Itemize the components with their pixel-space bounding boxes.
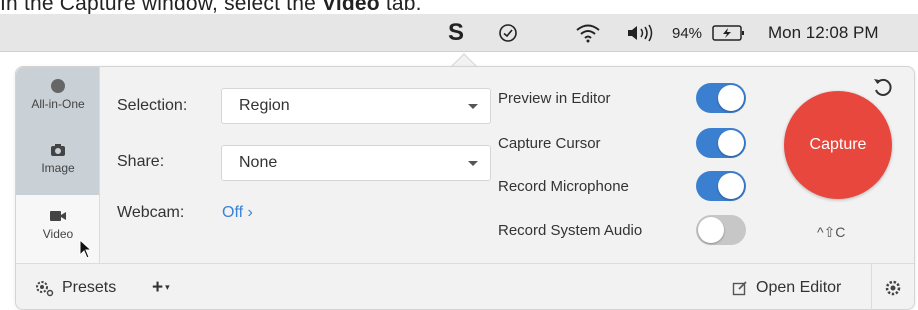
tab-all-in-one[interactable]: All-in-One [16, 67, 99, 129]
selection-dropdown[interactable]: Region [221, 88, 491, 124]
volume-icon[interactable] [626, 14, 660, 52]
webcam-label: Webcam: [117, 204, 185, 221]
edit-icon [732, 280, 747, 295]
wifi-icon[interactable] [575, 14, 601, 52]
tab-image[interactable]: Image [16, 129, 99, 195]
caret-down-icon: ▾ [165, 282, 170, 292]
battery-charging-icon[interactable] [712, 14, 746, 52]
plus-icon: + [152, 276, 164, 298]
webcam-toggle-link[interactable]: Off › [222, 204, 253, 222]
webcam-value: Off [222, 204, 244, 221]
capture-cursor-label: Capture Cursor [498, 135, 601, 152]
open-editor-button[interactable]: Open Editor [732, 264, 841, 310]
record-system-audio-label: Record System Audio [498, 222, 643, 239]
open-editor-label: Open Editor [756, 278, 842, 296]
selection-value: Region [239, 97, 290, 114]
record-dot-icon [51, 79, 65, 93]
chevron-down-icon [468, 161, 478, 166]
capture-shortcut: ^⇧C [817, 224, 846, 240]
record-microphone-toggle[interactable] [696, 171, 746, 201]
tab-all-in-one-label: All-in-One [31, 97, 85, 111]
gear-icon [36, 280, 54, 296]
footer-bar: Presets + ▾ Open Editor [16, 263, 914, 310]
share-dropdown[interactable]: None [221, 145, 491, 181]
record-system-audio-toggle[interactable] [696, 215, 746, 245]
capture-mode-tabs: All-in-One Image Video [16, 67, 100, 263]
snagit-icon[interactable]: S [448, 14, 464, 52]
menu-bar: S 94% Mon 12:08 PM [0, 14, 918, 52]
capture-window: All-in-One Image Video Selection: Region… [15, 66, 915, 310]
tab-video-label: Video [42, 227, 74, 241]
capture-cursor-toggle[interactable] [696, 128, 746, 158]
settings-gear-icon[interactable] [884, 264, 902, 310]
capture-button[interactable]: Capture [784, 91, 892, 199]
tab-video[interactable]: Video [16, 195, 99, 263]
add-preset-button[interactable]: + ▾ [152, 264, 170, 310]
presets-label: Presets [62, 278, 117, 296]
menubar-clock[interactable]: Mon 12:08 PM [768, 14, 879, 52]
record-microphone-label: Record Microphone [498, 178, 629, 195]
presets-button[interactable]: Presets [34, 264, 116, 310]
instruction-target: Video [322, 0, 380, 15]
reset-icon[interactable] [872, 77, 894, 99]
preview-in-editor-label: Preview in Editor [498, 90, 611, 107]
footer-divider [871, 264, 872, 310]
chevron-down-icon [468, 104, 478, 109]
video-camera-icon [50, 211, 66, 221]
tab-image-label: Image [41, 161, 75, 175]
battery-percent[interactable]: 94% [672, 14, 702, 52]
camera-icon [51, 144, 65, 156]
share-label: Share: [117, 153, 165, 170]
mouse-cursor-icon [79, 239, 93, 259]
share-value: None [239, 154, 278, 171]
preview-in-editor-toggle[interactable] [696, 83, 746, 113]
chevron-right-icon: › [247, 204, 253, 221]
check-circle-icon[interactable] [498, 14, 518, 52]
selection-label: Selection: [117, 97, 188, 114]
